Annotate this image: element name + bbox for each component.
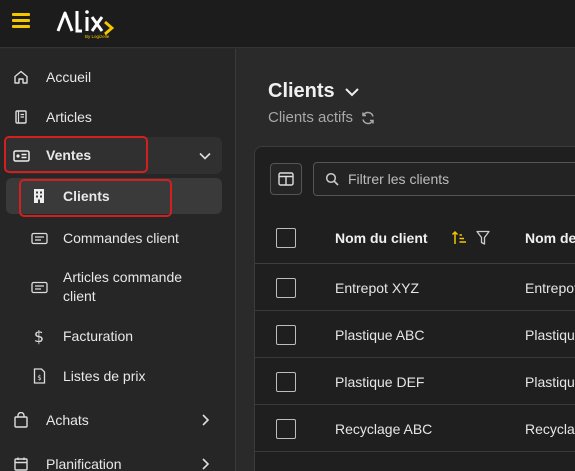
row-checkbox[interactable] — [276, 372, 296, 392]
sidebar-item-label: Clients — [63, 187, 110, 204]
cell-nom-de: Plastiqu — [525, 374, 575, 390]
table-row[interactable]: Recyclage ABC Recyclag — [255, 406, 575, 452]
book-icon — [12, 108, 30, 126]
sort-ascending-icon[interactable] — [451, 230, 467, 246]
table-header: Nom du client Nom de — [255, 213, 575, 264]
page-title[interactable]: Clients — [268, 80, 361, 103]
columns-toggle-button[interactable] — [270, 163, 302, 195]
row-checkbox[interactable] — [276, 278, 296, 298]
sidebar-item-label: Articles — [46, 108, 92, 125]
price-file-icon: $ — [30, 367, 48, 385]
row-checkbox[interactable] — [276, 325, 296, 345]
card-icon — [30, 278, 48, 296]
svg-text:$: $ — [37, 374, 41, 382]
column-header-nom-du-client[interactable]: Nom du client — [335, 230, 428, 246]
dollar-icon: $ — [33, 326, 45, 346]
sidebar-item-articles[interactable]: Articles — [6, 106, 222, 128]
card-icon — [30, 229, 48, 247]
filter-field[interactable] — [313, 162, 575, 196]
view-subtitle: Clients actifs — [268, 109, 376, 126]
filter-input[interactable] — [348, 171, 575, 187]
logo-tagline: By Logizelle — [85, 34, 110, 39]
column-filter-icon[interactable] — [476, 230, 490, 246]
sidebar-item-articles-commande-client[interactable]: Articles commande client — [6, 267, 222, 307]
table-row[interactable]: Entrepot XYZ Entrepot — [255, 265, 575, 311]
calendar-icon — [12, 455, 30, 471]
bag-icon — [12, 411, 30, 429]
clients-table-panel: Nom du client Nom de Entrepot XYZ Entrep… — [254, 146, 575, 471]
columns-icon — [278, 172, 294, 186]
table-row[interactable]: Plastique ABC Plastiqu — [255, 312, 575, 358]
table-row[interactable]: Plastique DEF Plastiqu — [255, 359, 575, 405]
main-content: Clients Clients actifs Nom du client Nom… — [237, 49, 575, 471]
sidebar-item-ventes[interactable]: Ventes — [6, 137, 222, 174]
sidebar-item-achats[interactable]: Achats — [6, 409, 222, 431]
cell-nom-du-client: Plastique ABC — [335, 327, 425, 343]
select-all-checkbox[interactable] — [276, 228, 296, 248]
chevron-right-icon — [202, 458, 210, 470]
home-icon — [12, 68, 30, 86]
cell-nom-du-client: Entrepot XYZ — [335, 280, 420, 296]
row-checkbox[interactable] — [276, 419, 296, 439]
chevron-right-icon — [202, 414, 210, 426]
search-icon — [325, 172, 339, 186]
sidebar-item-label: Planification — [46, 455, 122, 471]
sidebar-item-facturation[interactable]: $ Facturation — [6, 325, 222, 347]
sidebar-item-listes-de-prix[interactable]: $ Listes de prix — [6, 365, 222, 387]
sidebar-item-label: Ventes — [46, 147, 92, 163]
column-header-nom-de[interactable]: Nom de — [525, 230, 575, 246]
sidebar: Accueil Articles Ventes Clients Commande… — [0, 49, 236, 471]
chevron-down-icon — [199, 152, 211, 160]
chevron-down-icon — [344, 87, 359, 96]
cell-nom-du-client: Recyclage ABC — [335, 421, 433, 437]
sidebar-item-commandes-client[interactable]: Commandes client — [6, 227, 222, 249]
menu-icon[interactable] — [12, 13, 30, 29]
sidebar-item-label: Facturation — [63, 327, 134, 344]
sidebar-item-clients[interactable]: Clients — [6, 178, 222, 214]
building-icon — [30, 187, 48, 205]
sidebar-item-label: Achats — [46, 411, 89, 428]
sidebar-item-label: Articles commande client — [63, 269, 183, 304]
id-card-icon — [12, 147, 30, 165]
cell-nom-de: Entrepot — [525, 280, 575, 296]
cell-nom-de: Plastiqu — [525, 327, 575, 343]
sidebar-item-accueil[interactable]: Accueil — [6, 66, 222, 88]
top-bar: By Logizelle — [0, 0, 575, 48]
sidebar-item-label: Commandes client — [63, 229, 179, 246]
view-subtitle-text: Clients actifs — [268, 109, 354, 126]
sidebar-item-label: Accueil — [46, 68, 92, 85]
alix-logo[interactable]: By Logizelle — [56, 6, 116, 40]
sidebar-item-planification[interactable]: Planification — [6, 453, 222, 471]
sidebar-item-label: Listes de prix — [63, 367, 146, 384]
page-title-text: Clients — [268, 80, 335, 102]
refresh-icon[interactable] — [360, 110, 376, 126]
cell-nom-du-client: Plastique DEF — [335, 374, 425, 390]
cell-nom-de: Recyclag — [525, 421, 575, 437]
